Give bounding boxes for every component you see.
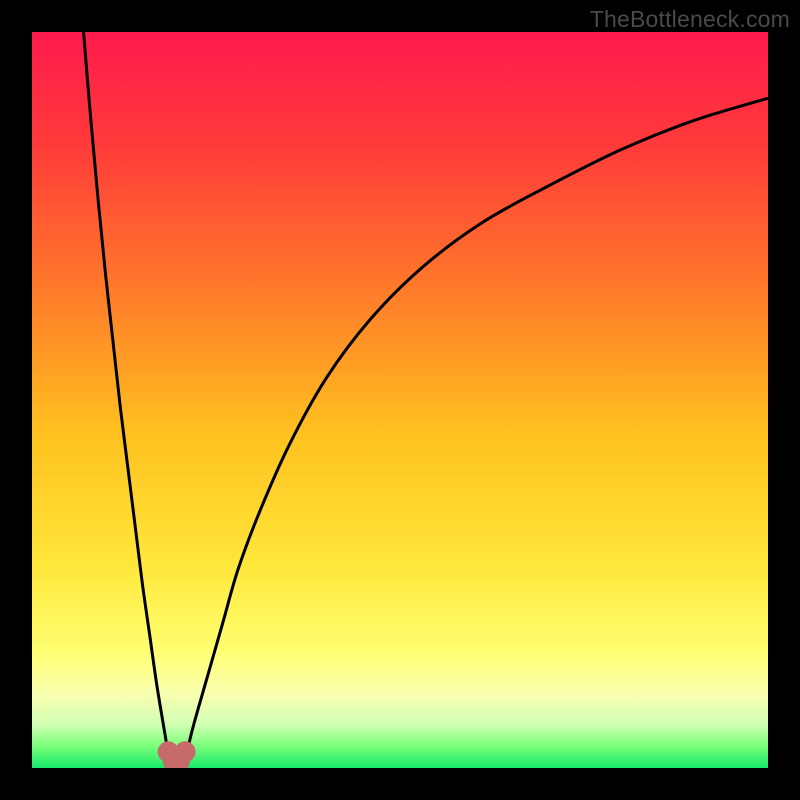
- watermark-text: TheBottleneck.com: [590, 6, 790, 33]
- chart-frame: TheBottleneck.com: [0, 0, 800, 800]
- plot-area: [32, 32, 768, 768]
- gradient-background: [32, 32, 768, 768]
- minimum-marker: [175, 742, 195, 762]
- chart-canvas: [32, 32, 768, 768]
